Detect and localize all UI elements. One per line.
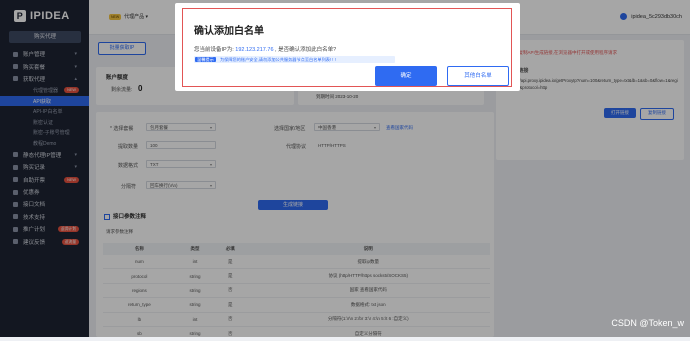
modal-title: 确认添加白名单 (194, 26, 264, 37)
device-ip: 192.123.217.76 (235, 47, 274, 53)
watermark: CSDN @Token_w (611, 318, 684, 328)
modal-message: 您当前设备IP为: 192.123.217.76 , 是否确认添加此白名单? (194, 47, 337, 53)
warning-tag: 温馨提示 (195, 57, 216, 62)
confirm-button[interactable]: 确定 (375, 66, 437, 86)
other-whitelist-button[interactable]: 其他白名单 (447, 66, 509, 86)
modal-warning-note: 温馨提示 为保障您的账户安全,请勿添加公共服务器节点至白名单列表! ! ! (194, 56, 395, 63)
confirm-whitelist-modal: 确认添加白名单 您当前设备IP为: 192.123.217.76 , 是否确认添… (175, 3, 520, 91)
